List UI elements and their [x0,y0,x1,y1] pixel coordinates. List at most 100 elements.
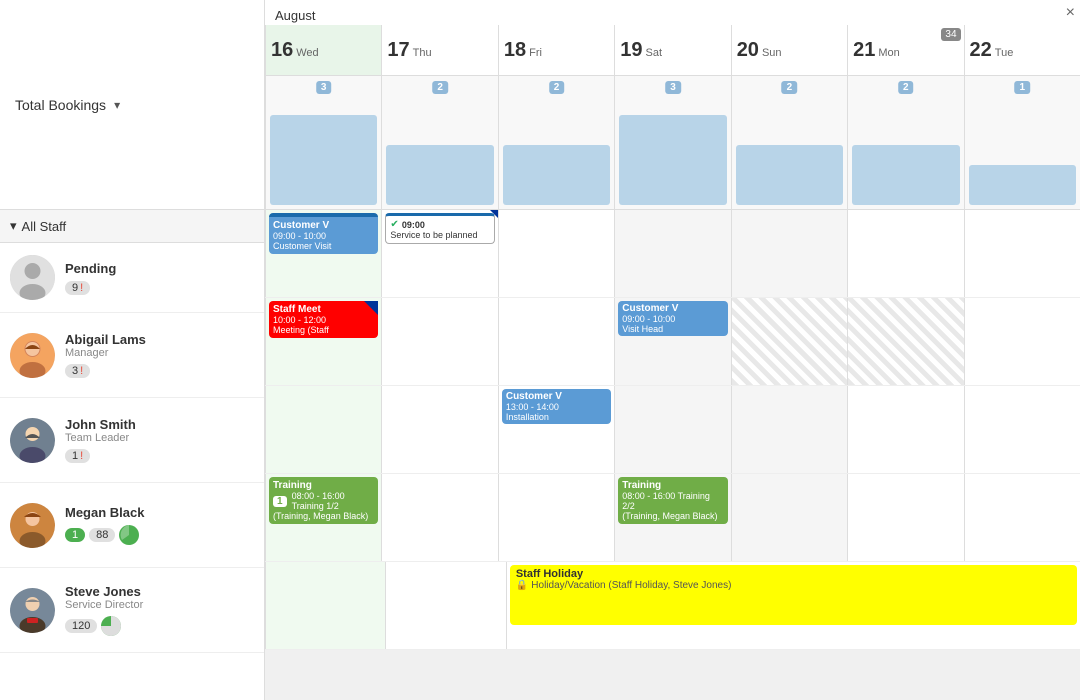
staff-info-abigail: Abigail Lams Manager 3 ! [65,332,254,378]
event-title: Customer V [273,220,374,231]
grid-cell-pending-1: ✔ 09:00 Service to be planned [381,210,497,297]
booking-bar-20: 2 [731,76,847,209]
grid-cell-john-2: Customer V 13:00 - 14:00 Installation [498,386,614,473]
booking-bar [503,145,610,205]
pie-chart-megan [119,525,139,545]
day-header-19[interactable]: 19 Sat [614,25,730,75]
event-staff-holiday[interactable]: Staff Holiday 🔒 Holiday/Vacation (Staff … [510,565,1077,625]
avatar-megan [10,503,55,548]
all-staff-header[interactable]: ▾ All Staff [0,210,264,243]
badge-pending: 9 ! [65,281,90,295]
badge-megan-2: 88 [89,528,115,542]
event-desc: Meeting (Staff [273,325,374,335]
bar-count-badge: 2 [782,81,798,94]
day-number: 21 [853,39,875,62]
grid-cell-steve-0 [265,562,385,649]
total-bookings-selector[interactable]: Total Bookings ▾ [0,0,265,209]
grid-row-megan: Training 1 08:00 - 16:00 Training 1/2 (T… [265,474,1080,562]
event-training-2[interactable]: Training 08:00 - 16:00 Training 2/2 (Tra… [618,477,727,524]
holiday-title: Staff Holiday [516,568,1071,580]
event-desc: Visit Head [622,324,723,334]
day-name: Sat [646,47,663,59]
event-service-plan[interactable]: ✔ 09:00 Service to be planned [385,213,494,244]
grid-cell-megan-5 [847,474,963,561]
event-time: 13:00 - 14:00 [506,402,607,412]
calendar-grid: Customer V 09:00 - 10:00 Customer Visit … [265,210,1080,700]
day-header-22[interactable]: 22Tue [964,25,1080,75]
booking-bar-22: 1 [964,76,1080,209]
event-customer-installation[interactable]: Customer V 13:00 - 14:00 Installation [502,389,611,424]
event-desc: Customer Visit [273,241,374,251]
event-training-1[interactable]: Training 1 08:00 - 16:00 Training 1/2 (T… [269,477,378,524]
day-header-21[interactable]: 21Mon 34 [847,25,963,75]
day-header-20[interactable]: 20Sun [731,25,847,75]
grid-cell-abigail-3: Customer V 09:00 - 10:00 Visit Head [614,298,730,385]
close-button[interactable]: × [1066,5,1075,21]
grid-cell-pending-4 [731,210,847,297]
day-number: 16 [271,39,293,62]
event-pending-customer-visit[interactable]: Customer V 09:00 - 10:00 Customer Visit [269,213,378,254]
staff-name-abigail: Abigail Lams [65,332,254,347]
grid-cell-abigail-1 [381,298,497,385]
booking-bar [619,115,726,205]
week-number-badge: 34 [941,28,960,41]
chevron-down-icon: ▾ [10,218,17,234]
day-name: Sun [762,47,782,59]
booking-bar [969,165,1076,205]
event-time: 09:00 [402,220,425,230]
avatar-steve [10,588,55,633]
staff-role-abigail: Manager [65,347,254,359]
staff-row-pending: Pending 9 ! [0,243,264,313]
event-time: 09:00 - 10:00 [622,314,723,324]
grid-row-steve: Staff Holiday 🔒 Holiday/Vacation (Staff … [265,562,1080,650]
grid-cell-abigail-4 [731,298,847,385]
bar-count-badge: 3 [316,81,332,94]
event-customer-visit-head[interactable]: Customer V 09:00 - 10:00 Visit Head [618,301,727,336]
grid-cell-megan-6 [964,474,1080,561]
grid-cell-pending-2 [498,210,614,297]
event-desc: Installation [506,412,607,422]
grid-cell-john-6 [964,386,1080,473]
staff-row-john: John Smith Team Leader 1 ! [0,398,264,483]
event-service-desc: Service to be planned [390,230,489,240]
staff-info-pending: Pending 9 ! [65,261,254,295]
grid-cell-pending-6 [964,210,1080,297]
badge-john: 1 ! [65,449,90,463]
grid-cell-john-1 [381,386,497,473]
booking-bar-16: 3 [265,76,381,209]
day-number: 19 [620,39,642,62]
day-header-17[interactable]: 17Thu [381,25,497,75]
booking-bar-21: 2 [847,76,963,209]
bar-count-badge: 1 [1014,81,1030,94]
pie-chart-steve [101,616,121,636]
staff-row-abigail: Abigail Lams Manager 3 ! [0,313,264,398]
day-number: 20 [737,39,759,62]
event-time: 09:00 - 10:00 [273,231,374,241]
grid-cell-abigail-0: Staff Meet 10:00 - 12:00 Meeting (Staff [265,298,381,385]
event-title: Customer V [506,391,607,402]
grid-cell-john-0 [265,386,381,473]
avatar-john [10,418,55,463]
bar-count-badge: 2 [549,81,565,94]
bar-count-badge: 2 [898,81,914,94]
staff-name-pending: Pending [65,261,254,276]
day-name: Mon [878,47,899,59]
grid-cell-abigail-2 [498,298,614,385]
grid-row-john: Customer V 13:00 - 14:00 Installation [265,386,1080,474]
grid-cell-john-5 [847,386,963,473]
day-header-16[interactable]: 16Wed [265,25,381,75]
booking-bar [736,145,843,205]
booking-bar-19: 3 [614,76,730,209]
all-staff-label: All Staff [22,219,67,234]
day-header-18[interactable]: 18Fri [498,25,614,75]
staff-sidebar: ▾ All Staff Pending 9 ! [0,210,265,700]
day-name: Tue [995,47,1014,59]
holiday-desc: Holiday/Vacation (Staff Holiday, Steve J… [531,580,731,591]
grid-cell-megan-2 [498,474,614,561]
event-staff-meeting[interactable]: Staff Meet 10:00 - 12:00 Meeting (Staff [269,301,378,338]
grid-row-pending: Customer V 09:00 - 10:00 Customer Visit … [265,210,1080,298]
day-name: Wed [296,47,318,59]
grid-cell-john-3 [614,386,730,473]
grid-cell-steve-2: Staff Holiday 🔒 Holiday/Vacation (Staff … [506,562,1080,649]
event-title: Customer V [622,303,723,314]
